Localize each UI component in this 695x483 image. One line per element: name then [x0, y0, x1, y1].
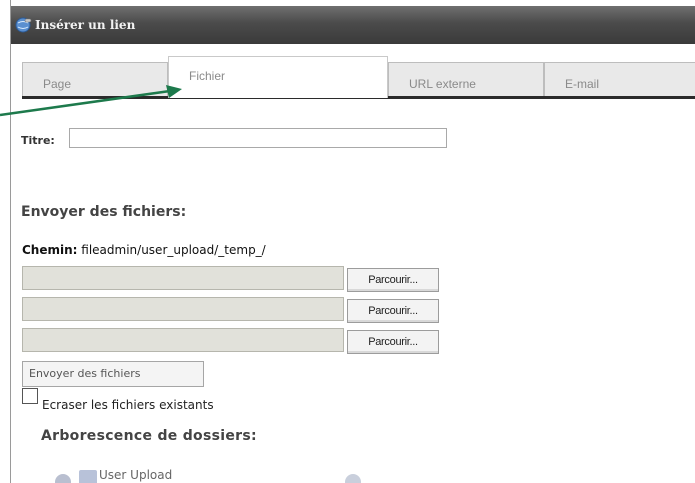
tab-label: URL externe — [409, 77, 476, 91]
annotation-arrow-icon — [0, 85, 182, 117]
overwrite-checkbox[interactable] — [22, 388, 38, 404]
browse-button-3[interactable]: Parcourir... — [347, 330, 439, 354]
title-input[interactable] — [69, 128, 447, 148]
file-input-1[interactable] — [22, 266, 344, 290]
overwrite-label: Ecraser les fichiers existants — [42, 398, 214, 412]
expand-icon[interactable] — [55, 474, 71, 483]
tree-item-label: User Upload — [99, 468, 173, 482]
tab-fichier[interactable]: Fichier — [168, 56, 388, 98]
title-label: Titre: — [21, 134, 55, 147]
upload-path: Chemin: fileadmin/user_upload/_temp_/ — [22, 243, 266, 257]
path-label: Chemin: — [22, 243, 78, 257]
browse-button-2[interactable]: Parcourir... — [347, 299, 439, 323]
browse-button-1[interactable]: Parcourir... — [347, 268, 439, 292]
tab-url-externe[interactable]: URL externe — [388, 62, 544, 96]
path-value: fileadmin/user_upload/_temp_/ — [81, 243, 266, 257]
file-input-2[interactable] — [22, 297, 344, 321]
send-files-button[interactable]: Envoyer des fichiers — [22, 361, 204, 387]
tree-action-icon[interactable] — [345, 474, 361, 483]
folder-tree-heading: Arborescence de dossiers: — [41, 428, 257, 444]
tree-item[interactable]: User Upload — [55, 468, 375, 483]
tab-label: E-mail — [565, 77, 600, 91]
tab-email[interactable]: E-mail — [544, 62, 695, 96]
upload-heading: Envoyer des fichiers: — [21, 204, 187, 220]
folder-icon — [79, 470, 97, 483]
window-title: Insérer un lien — [35, 18, 136, 32]
file-input-3[interactable] — [22, 328, 344, 352]
link-globe-icon — [15, 16, 33, 34]
title-bar: Insérer un lien — [11, 6, 695, 44]
